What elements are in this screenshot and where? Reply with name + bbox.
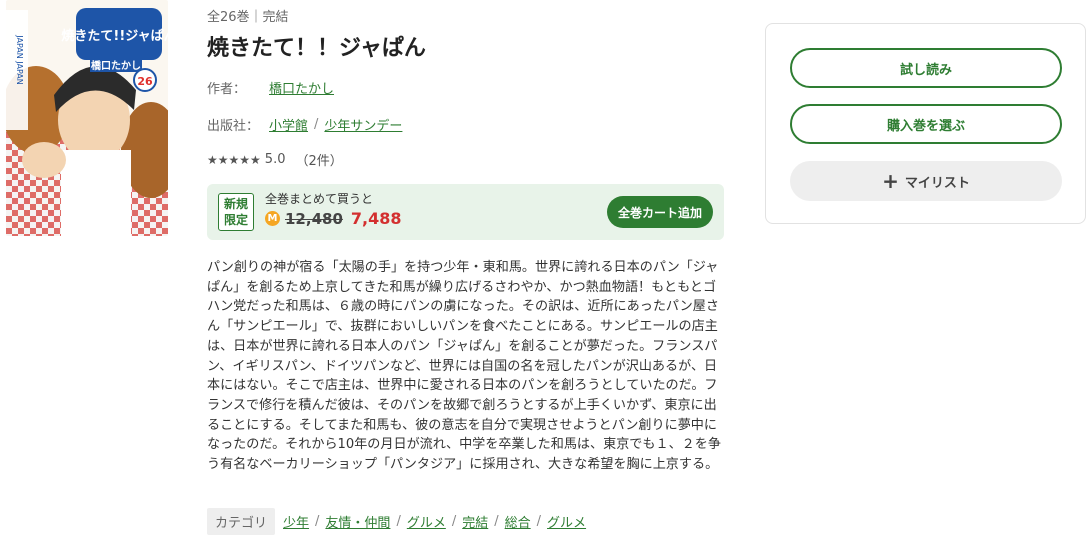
publisher-label: 出版社： bbox=[207, 119, 260, 134]
discount-price: 7,488 bbox=[350, 209, 402, 228]
category-separator: / bbox=[396, 514, 401, 529]
category-separator: / bbox=[315, 514, 320, 529]
category-link[interactable]: グルメ bbox=[407, 512, 446, 531]
cover-author-text: 橋口たかし bbox=[91, 59, 141, 72]
category-link[interactable]: 少年 bbox=[283, 512, 309, 531]
page-title: 焼きたて！！ジャぱん bbox=[207, 36, 426, 61]
volume-status: 全26巻｜完結 bbox=[207, 10, 289, 25]
svg-text:JAPAN JAPAN: JAPAN JAPAN bbox=[15, 34, 24, 84]
category-link[interactable]: 友情・仲間 bbox=[325, 512, 390, 531]
rating-value: 5.0 bbox=[264, 152, 286, 167]
trial-read-button[interactable]: 試し読み bbox=[790, 48, 1062, 88]
category-separator: / bbox=[536, 514, 542, 529]
category-link[interactable]: 総合 bbox=[505, 512, 531, 531]
author-link[interactable]: 橋口たかし bbox=[269, 78, 334, 97]
add-all-to-cart-button[interactable]: 全巻カート追加 bbox=[606, 196, 713, 228]
category-label: カテゴリ bbox=[207, 508, 276, 535]
cover-volume-badge: 26 bbox=[137, 75, 153, 88]
mylist-label: マイリスト bbox=[904, 175, 970, 191]
synopsis: パン創りの神が宿る「太陽の手」を持つ少年・東和馬。世界に誇れる日本のパン「ジャぱ… bbox=[207, 260, 721, 473]
price-row: M 12,480 7,488 bbox=[265, 209, 402, 228]
original-price: 12,480 bbox=[285, 209, 343, 228]
select-volumes-button[interactable]: 購入巻を選ぶ bbox=[790, 104, 1062, 144]
author-label: 作者： bbox=[207, 82, 247, 97]
badge-line-2: 限定 bbox=[223, 213, 248, 227]
bulk-purchase-promo: 新規 限定 全巻まとめて買うと M 12,480 7,488 全巻カート追加 bbox=[207, 184, 724, 240]
plus-icon: + bbox=[882, 169, 899, 193]
badge-line-1: 新規 bbox=[223, 197, 248, 211]
new-user-limited-badge: 新規 限定 bbox=[218, 193, 254, 231]
category-link[interactable]: グルメ bbox=[547, 512, 586, 531]
cover-title-text: 焼きたて!!ジャぱん bbox=[61, 28, 168, 44]
action-panel: 試し読み 購入巻を選ぶ + マイリスト bbox=[765, 23, 1086, 224]
label-link[interactable]: 少年サンデー bbox=[324, 115, 402, 134]
publisher-link[interactable]: 小学館 bbox=[269, 115, 308, 134]
rating-row[interactable]: ★★★★★ 5.0 （2件） bbox=[207, 150, 343, 169]
coin-icon: M bbox=[265, 211, 280, 226]
publisher-row: 出版社： 小学館 / 少年サンデー bbox=[207, 115, 402, 134]
publisher-separator: / bbox=[314, 117, 319, 132]
star-rating-icon: ★★★★★ bbox=[207, 152, 261, 167]
category-separator: / bbox=[451, 514, 457, 529]
add-to-mylist-button[interactable]: + マイリスト bbox=[790, 161, 1062, 201]
cover-art: 焼きたて!!ジャぱん 橋口たかし 26 JAPAN JAPAN bbox=[6, 0, 168, 236]
category-separator: / bbox=[494, 514, 499, 529]
category-link[interactable]: 完結 bbox=[462, 512, 488, 531]
review-count: （2件） bbox=[295, 154, 343, 169]
promo-text: 全巻まとめて買うと bbox=[265, 192, 374, 206]
category-list: カテゴリ 少年 / 友情・仲間 / グルメ / 完結 / 総合 / グルメ bbox=[207, 508, 586, 535]
author-row: 作者： 橋口たかし bbox=[207, 78, 334, 97]
book-cover[interactable]: 焼きたて!!ジャぱん 橋口たかし 26 JAPAN JAPAN bbox=[6, 0, 168, 236]
